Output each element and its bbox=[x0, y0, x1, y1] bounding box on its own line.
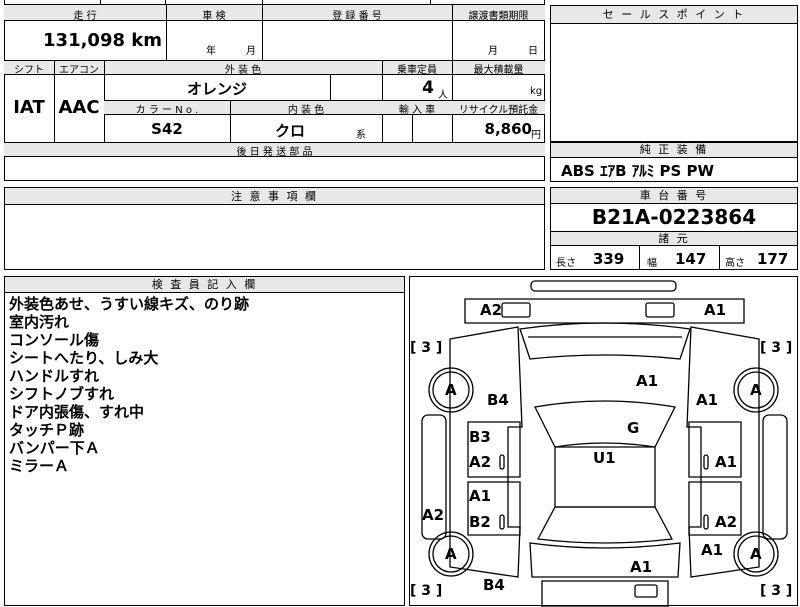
remark-line: ハンドルすれ bbox=[9, 367, 100, 385]
spec-title: 諸 元 bbox=[551, 231, 797, 246]
interior-label: 内 装 色 bbox=[287, 105, 325, 116]
later-parts-label: 後 日 発 送 部 品 bbox=[236, 147, 313, 158]
remark-line: シートへたり、しみ大 bbox=[9, 349, 159, 367]
inspection-label: 車 検 bbox=[202, 11, 226, 22]
damage-front-bumper-right: A1 bbox=[704, 301, 727, 319]
damage-front-door-left-1: B3 bbox=[469, 428, 491, 446]
colorno-value: S42 bbox=[151, 120, 183, 138]
damage-hood: A1 bbox=[636, 372, 659, 390]
inspector-remarks: 外装色あせ、うすい線キズ、のり跡 室内汚れ コンソール傷 シートへたり、しみ大 … bbox=[9, 295, 249, 475]
wheel-front-right-grade: A bbox=[750, 381, 762, 399]
recycle-value: 8,860 bbox=[484, 120, 532, 138]
maxload-label: 最大積載量 bbox=[473, 65, 524, 76]
recycle-unit: 円 bbox=[531, 130, 541, 141]
remark-line: ミラーＡ bbox=[9, 457, 70, 475]
tire-bracket-rear-left: [ 3 ] bbox=[410, 583, 443, 599]
equipment-box: 純 正 装 備 ABS ｴｱB ｱﾙﾐ PS PW bbox=[550, 142, 798, 182]
height-label: 高さ bbox=[725, 258, 745, 269]
equipment-label: 純 正 装 備 bbox=[551, 143, 797, 158]
damage-rear-fender-left: B4 bbox=[483, 576, 505, 594]
remark-line: タッチＰ跡 bbox=[9, 421, 85, 439]
damage-rear-door-left-2: B2 bbox=[469, 513, 491, 531]
tire-bracket-rear-right: [ 3 ] bbox=[760, 583, 793, 599]
equipment-value: ABS ｴｱB ｱﾙﾐ PS PW bbox=[561, 162, 715, 180]
damage-windshield: G bbox=[627, 419, 640, 437]
remark-line: ドア内張傷、すれ中 bbox=[9, 403, 145, 421]
exterior-label: 外 装 色 bbox=[224, 65, 262, 76]
damage-front-bumper-left: A2 bbox=[480, 301, 503, 319]
import-label: 輸 入 車 bbox=[398, 105, 436, 116]
chassis-box: 車 台 番 号 B21A-0223864 諸 元 長さ 339 幅 147 高さ… bbox=[550, 187, 798, 270]
width-value: 147 bbox=[675, 250, 707, 268]
chassis-number: B21A-0223864 bbox=[591, 205, 757, 229]
notes-box: 注 意 事 項 欄 bbox=[4, 187, 545, 270]
transfer-day: 日 bbox=[528, 46, 538, 57]
wheel-rear-right-grade: A bbox=[750, 545, 762, 563]
damage-side-sill-left: A2 bbox=[422, 506, 445, 524]
damage-front-fender-left: B4 bbox=[487, 391, 509, 409]
damage-front-door-right: A1 bbox=[715, 453, 738, 471]
wheel-front-left-grade: A bbox=[445, 381, 457, 399]
height-value: 177 bbox=[757, 250, 789, 268]
aircon-label: エアコン bbox=[59, 65, 99, 76]
wheel-rear-left-grade: A bbox=[445, 545, 457, 563]
interior-value: クロ bbox=[274, 122, 305, 140]
inspector-box: 検 査 員 記 入 欄 外装色あせ、うすい線キズ、のり跡 室内汚れ コンソール傷… bbox=[4, 276, 405, 606]
damage-front-fender-right: A1 bbox=[696, 391, 719, 409]
remark-line: 外装色あせ、うすい線キズ、のり跡 bbox=[9, 295, 250, 313]
remark-line: シフトノブすれ bbox=[9, 385, 115, 403]
capacity-label: 乗車定員 bbox=[397, 65, 437, 76]
tire-bracket-front-left: [ 3 ] bbox=[410, 340, 443, 356]
notes-title: 注 意 事 項 欄 bbox=[5, 188, 544, 205]
sales-point-box: セ ー ル ス ポ イ ン ト bbox=[550, 5, 798, 142]
mileage-value: 131,098 km bbox=[43, 30, 162, 51]
length-label: 長さ bbox=[556, 258, 576, 269]
chassis-title: 車 台 番 号 bbox=[551, 188, 797, 204]
exterior-value: オレンジ bbox=[186, 80, 247, 98]
damage-roof: U1 bbox=[593, 449, 616, 467]
width-label: 幅 bbox=[647, 258, 657, 269]
damage-rear-hatch: A1 bbox=[630, 558, 653, 576]
mileage-label: 走 行 bbox=[73, 11, 97, 22]
damage-rear-fender-right: A1 bbox=[701, 541, 724, 559]
inspection-month: 月 bbox=[246, 46, 256, 57]
inspection-year: 年 bbox=[206, 46, 216, 57]
shift-label: シフト bbox=[14, 65, 44, 76]
shift-value: IAT bbox=[13, 97, 45, 118]
car-diagram: [ 3 ] [ 3 ] [ 3 ] [ 3 ] A A A A A2 A1 A1… bbox=[409, 276, 798, 607]
colorno-label: カ ラ ー N o . bbox=[135, 105, 199, 116]
maxload-unit: kg bbox=[530, 86, 543, 97]
sales-point-title: セ ー ル ス ポ イ ン ト bbox=[551, 6, 797, 24]
capacity-value: 4 bbox=[422, 78, 434, 98]
recycle-label: リサイクル預託金 bbox=[458, 105, 539, 116]
damage-rear-door-right: A2 bbox=[715, 513, 738, 531]
remark-line: バンパー下Ａ bbox=[9, 439, 100, 457]
remark-line: 室内汚れ bbox=[9, 313, 70, 331]
damage-rear-door-left-1: A1 bbox=[469, 487, 492, 505]
transfer-deadline-label: 譲渡書類期限 bbox=[468, 11, 529, 22]
interior-suffix: 系 bbox=[356, 130, 366, 141]
remark-line: コンソール傷 bbox=[9, 331, 100, 349]
aircon-value: AAC bbox=[58, 97, 100, 118]
registration-label: 登 録 番 号 bbox=[332, 11, 382, 22]
tire-bracket-front-right: [ 3 ] bbox=[760, 340, 793, 356]
inspector-title: 検 査 員 記 入 欄 bbox=[5, 277, 404, 293]
capacity-unit: 人 bbox=[438, 90, 448, 101]
damage-front-door-left-2: A2 bbox=[469, 453, 492, 471]
length-value: 339 bbox=[593, 250, 625, 268]
transfer-month: 月 bbox=[488, 46, 498, 57]
